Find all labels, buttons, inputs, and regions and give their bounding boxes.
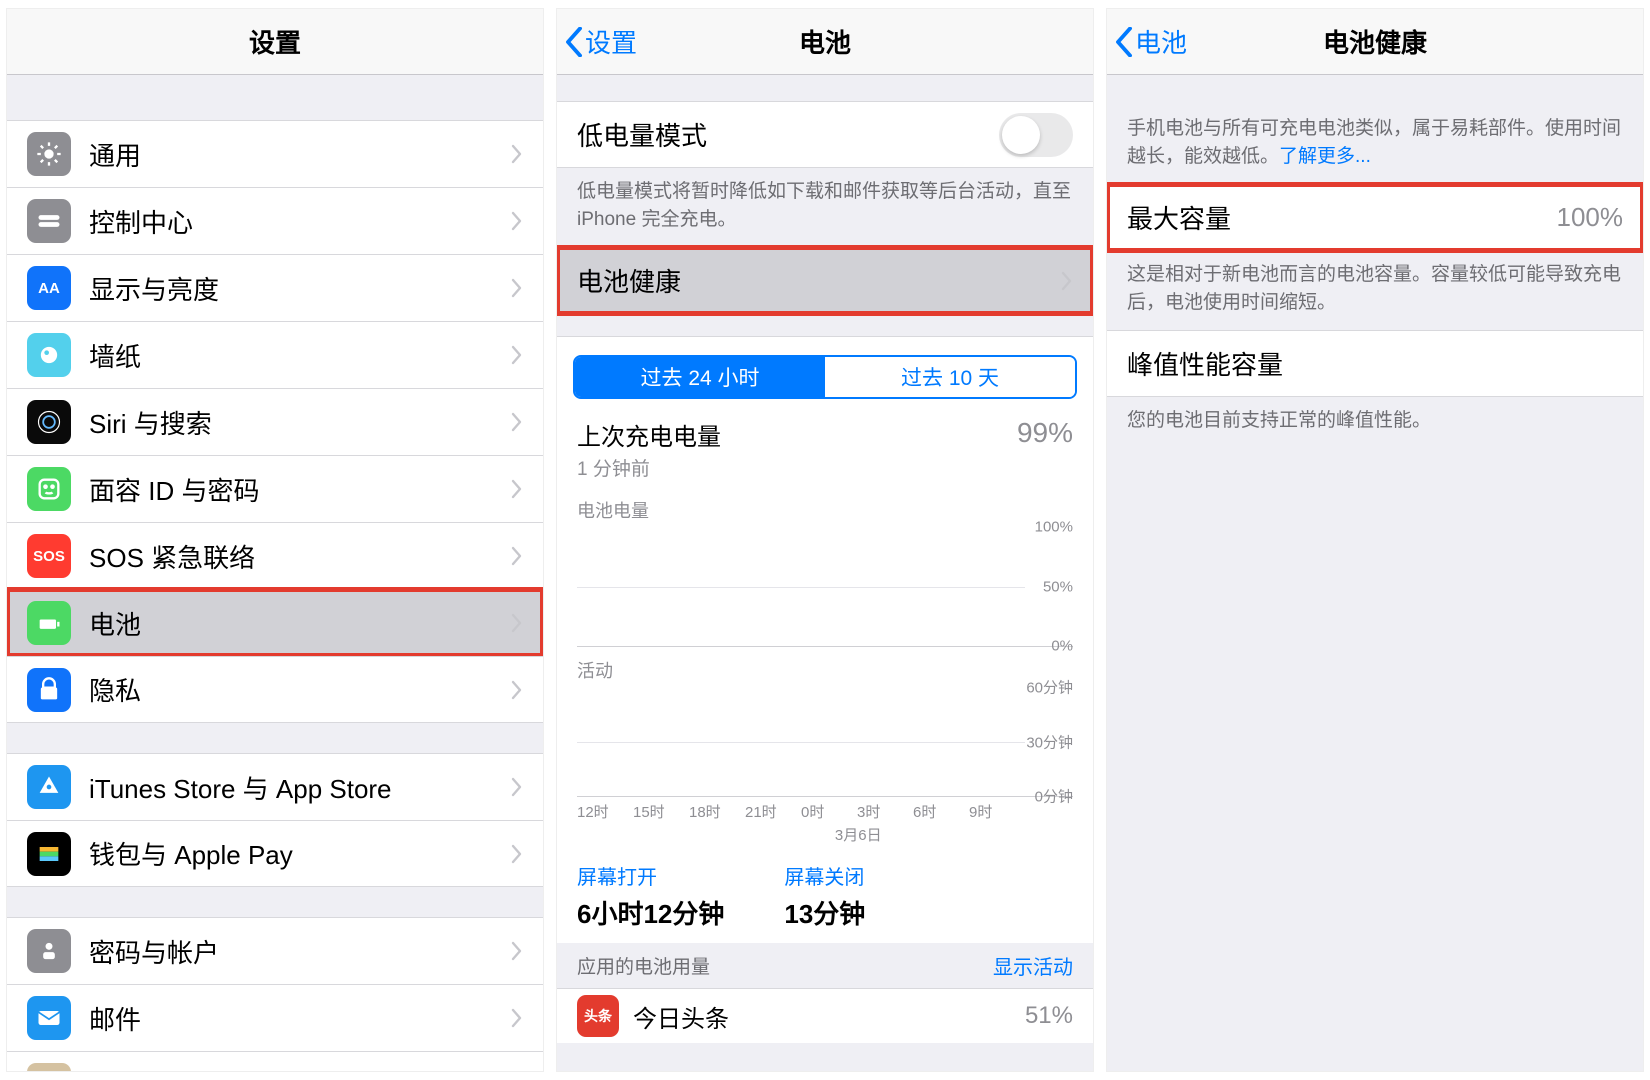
sos-icon: SOS [27,534,71,578]
health-intro: 手机电池与所有可充电电池类似，属于易耗部件。使用时间越长，能效越低。了解更多..… [1107,75,1643,184]
chevron-right-icon [511,278,523,298]
seg-10d[interactable]: 过去 10 天 [825,357,1075,397]
settings-row-general[interactable]: 通用 [7,120,543,187]
activity-chart: 60分钟 30分钟 0分钟 [577,687,1073,797]
siri-icon [27,400,71,444]
itunes-icon [27,765,71,809]
battery-pane: 设置 电池 低电量模式 低电量模式将暂时降低如下载和邮件获取等后台活动，直至 i… [556,8,1094,1072]
last-charge-value: 99% [1017,417,1073,449]
settings-row-acct[interactable]: 密码与帐户 [7,917,543,984]
chevron-right-icon [1061,271,1073,291]
wall-icon [27,333,71,377]
screen-off-stat: 屏幕关闭 13分钟 [784,861,865,931]
chevron-right-icon [511,941,523,961]
learn-more-link[interactable]: 了解更多... [1279,146,1371,167]
batt-icon [27,601,71,645]
settings-pane: 设置 通用控制中心AA显示与亮度墙纸Siri 与搜索面容 ID 与密码SOSSO… [6,8,544,1072]
chevron-right-icon [511,144,523,164]
settings-row-contacts[interactable]: 通讯录 [7,1051,543,1072]
battery-level-chart: 100% 50% 0% [577,527,1073,647]
settings-row-mail[interactable]: 邮件 [7,984,543,1051]
nav-title: 电池 [799,23,851,60]
chevron-right-icon [511,345,523,365]
settings-row-display[interactable]: AA显示与亮度 [7,254,543,321]
chevron-right-icon [511,613,523,633]
contacts-icon [27,1063,71,1072]
nav-title: 设置 [249,23,301,60]
navbar-settings: 设置 [7,9,543,75]
settings-row-priv[interactable]: 隐私 [7,656,543,723]
display-icon: AA [27,266,71,310]
peak-performance-row: 峰值性能容量 [1107,330,1643,397]
acct-icon [27,929,71,973]
back-to-settings[interactable]: 设置 [565,23,637,60]
settings-row-face[interactable]: 面容 ID 与密码 [7,455,543,522]
low-power-footer: 低电量模式将暂时降低如下载和邮件获取等后台活动，直至 iPhone 完全充电。 [557,168,1093,247]
back-to-battery[interactable]: 电池 [1115,23,1187,60]
max-capacity-row: 最大容量 100% [1107,184,1643,251]
app-row-toutiao[interactable]: 头条 今日头条 51% [557,988,1093,1043]
navbar-health: 电池 电池健康 [1107,9,1643,75]
settings-row-sos[interactable]: SOSSOS 紧急联络 [7,522,543,589]
chevron-right-icon [511,479,523,499]
show-activity-link[interactable]: 显示活动 [993,951,1073,980]
low-power-toggle[interactable] [999,113,1073,157]
peak-footer: 您的电池目前支持正常的峰值性能。 [1107,397,1643,449]
activity-chart-title: 活动 [577,657,1073,683]
last-charge-sub: 1 分钟前 [577,454,1017,481]
low-power-mode-row[interactable]: 低电量模式 [557,101,1093,168]
settings-row-cc[interactable]: 控制中心 [7,187,543,254]
chevron-right-icon [511,680,523,700]
cc-icon [27,199,71,243]
wallet-icon [27,832,71,876]
face-icon [27,467,71,511]
priv-icon [27,668,71,712]
chevron-right-icon [511,412,523,432]
toutiao-icon: 头条 [577,995,619,1037]
settings-row-wall[interactable]: 墙纸 [7,321,543,388]
chevron-right-icon [511,211,523,231]
battery-health-row[interactable]: 电池健康 [557,247,1093,314]
app-usage-header: 应用的电池用量 显示活动 [557,943,1093,988]
general-icon [27,132,71,176]
last-charge-title: 上次充电电量 [577,417,1017,452]
settings-row-wallet[interactable]: 钱包与 Apple Pay [7,820,543,887]
level-chart-title: 电池电量 [577,497,1073,523]
screen-on-stat: 屏幕打开 6小时12分钟 [577,861,724,931]
seg-24h[interactable]: 过去 24 小时 [575,357,825,397]
battery-health-pane: 电池 电池健康 手机电池与所有可充电电池类似，属于易耗部件。使用时间越长，能效越… [1106,8,1644,1072]
settings-row-siri[interactable]: Siri 与搜索 [7,388,543,455]
max-capacity-footer: 这是相对于新电池而言的电池容量。容量较低可能导致充电后，电池使用时间缩短。 [1107,251,1643,330]
chevron-right-icon [511,777,523,797]
chevron-right-icon [511,1008,523,1028]
chevron-right-icon [511,546,523,566]
navbar-battery: 设置 电池 [557,9,1093,75]
mail-icon [27,996,71,1040]
nav-title: 电池健康 [1323,23,1427,60]
settings-row-itunes[interactable]: iTunes Store 与 App Store [7,753,543,820]
chevron-right-icon [511,844,523,864]
settings-row-batt[interactable]: 电池 [7,589,543,656]
time-range-segmented[interactable]: 过去 24 小时 过去 10 天 [573,355,1077,399]
max-capacity-value: 100% [1557,202,1624,233]
